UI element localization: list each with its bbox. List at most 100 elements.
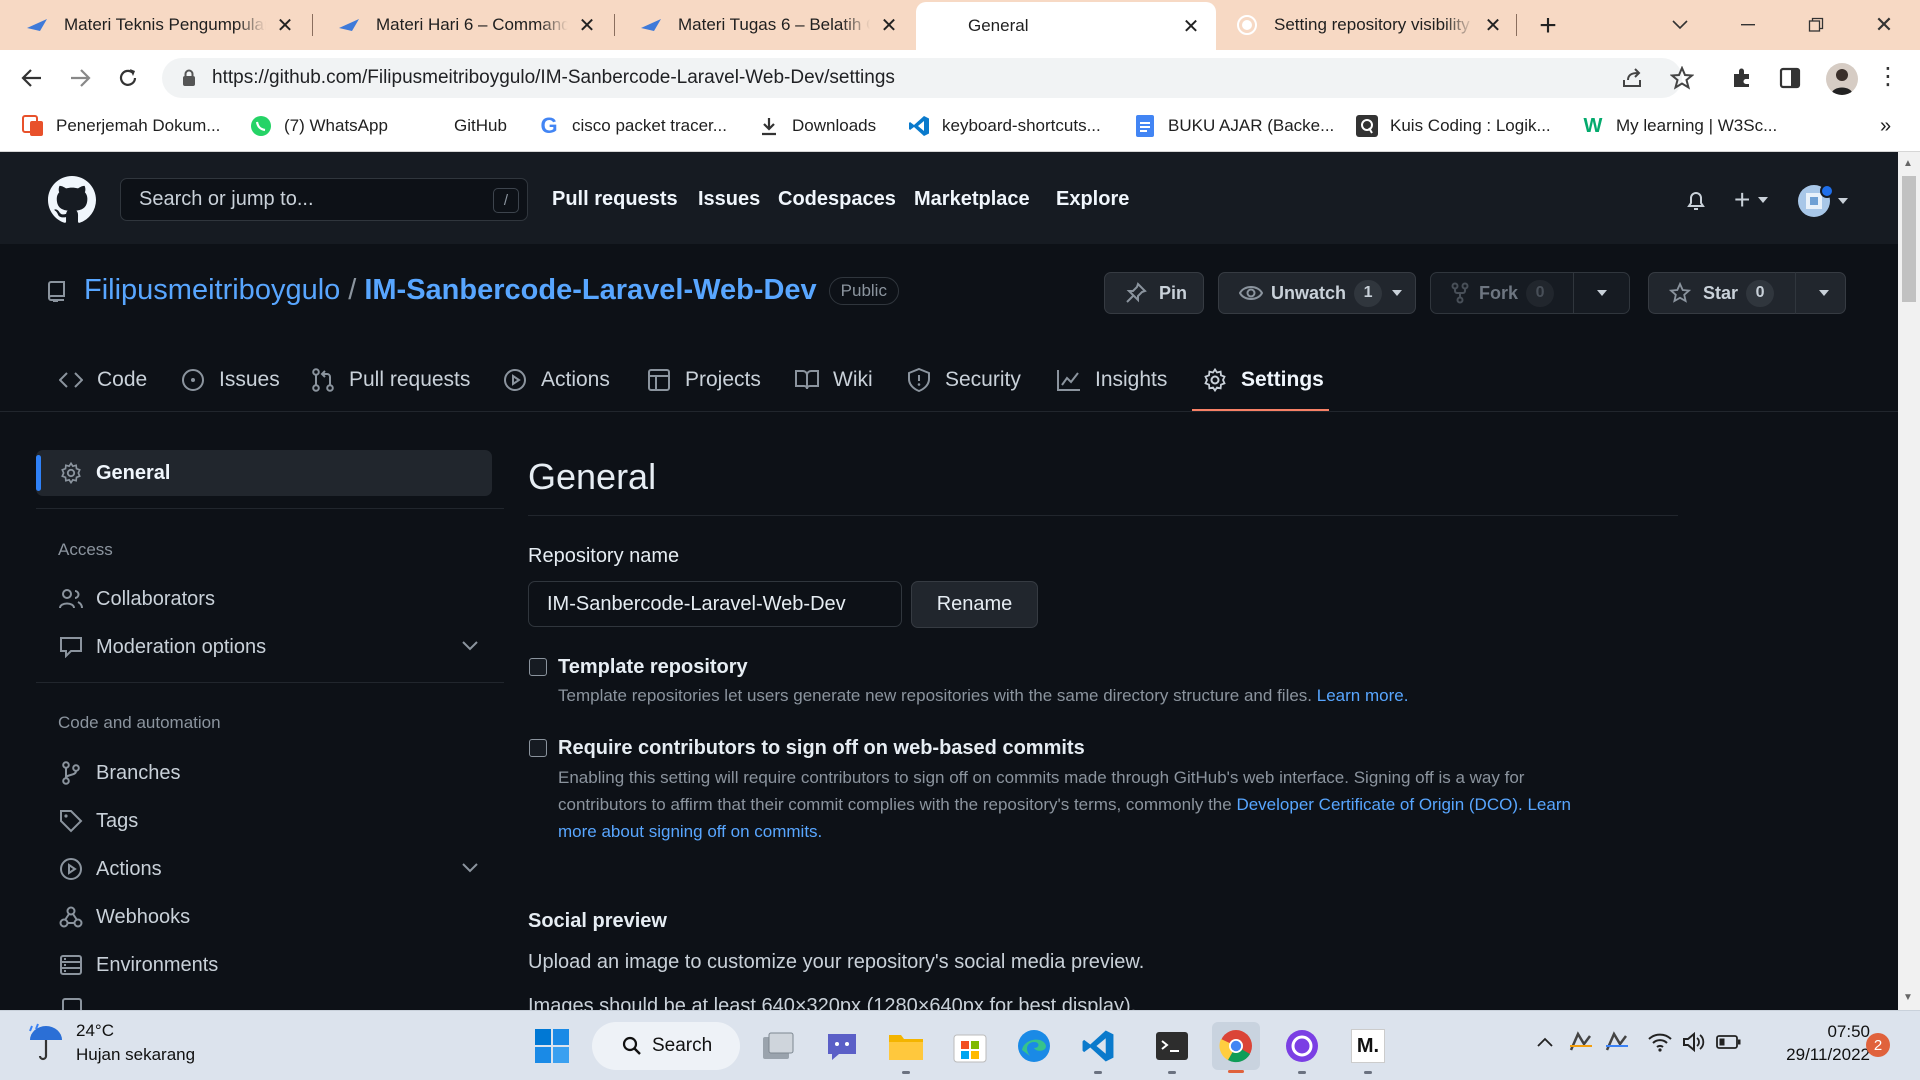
new-tab-icon[interactable]: + <box>1532 9 1564 42</box>
tab-pull-requests[interactable]: Pull requests <box>310 362 470 398</box>
vscode-icon[interactable] <box>1074 1022 1122 1070</box>
bookmark-item[interactable]: Kuis Coding : Logik... <box>1356 106 1551 146</box>
close-tab-icon[interactable]: ✕ <box>274 14 296 37</box>
clock-time[interactable]: 07:50 <box>1760 1022 1870 1042</box>
close-tab-icon[interactable]: ✕ <box>1180 15 1202 38</box>
tab-insights[interactable]: Insights <box>1056 362 1167 398</box>
template-repository-checkbox[interactable] <box>529 658 547 676</box>
more-bookmarks-icon[interactable]: » <box>1880 106 1891 146</box>
sidebar-item-general[interactable]: General <box>58 453 170 493</box>
microsoft-store-icon[interactable] <box>946 1022 994 1070</box>
unwatch-button[interactable]: Unwatch 1 <box>1218 272 1416 314</box>
teams-chat-icon[interactable] <box>818 1022 866 1070</box>
github-logo-icon[interactable] <box>48 176 96 224</box>
github-search-input[interactable]: Search or jump to... / <box>120 178 528 221</box>
bookmark-item[interactable]: W My learning | W3Sc... <box>1582 106 1778 146</box>
sidebar-item-tags[interactable]: Tags <box>58 801 138 841</box>
app-tray-icon[interactable] <box>1604 1030 1630 1056</box>
notification-badge[interactable]: 2 <box>1866 1033 1890 1057</box>
repo-name-input[interactable] <box>528 581 902 627</box>
tab-wiki[interactable]: Wiki <box>794 362 873 398</box>
bookmark-item[interactable]: (7) WhatsApp <box>250 106 388 146</box>
restore-icon[interactable] <box>1802 12 1830 38</box>
chrome-icon[interactable] <box>1212 1022 1260 1070</box>
reload-icon[interactable] <box>110 60 146 96</box>
tab-search-icon[interactable] <box>1666 12 1694 38</box>
sidebar-item-moderation[interactable]: Moderation options <box>58 627 478 667</box>
bookmark-item[interactable]: BUKU AJAR (Backe... <box>1134 106 1334 146</box>
file-explorer-icon[interactable] <box>882 1022 930 1070</box>
forward-icon[interactable] <box>62 60 98 96</box>
repo-name-link[interactable]: IM-Sanbercode-Laravel-Web-Dev <box>364 274 816 307</box>
windows-start-icon[interactable] <box>528 1022 576 1070</box>
star-button[interactable]: Star 0 <box>1648 272 1846 314</box>
rename-button[interactable]: Rename <box>911 581 1038 628</box>
user-menu[interactable] <box>1798 184 1850 218</box>
menu-dots-icon[interactable]: ⋮ <box>1876 65 1900 92</box>
close-tab-icon[interactable]: ✕ <box>1482 14 1504 37</box>
bookmark-item[interactable]: Downloads <box>758 106 876 146</box>
nav-codespaces[interactable]: Codespaces <box>778 188 896 211</box>
back-icon[interactable] <box>14 60 50 96</box>
tab-settings[interactable]: Settings <box>1202 362 1324 398</box>
medium-icon[interactable]: M. <box>1344 1022 1392 1070</box>
profile-avatar[interactable] <box>1826 63 1858 95</box>
dco-link[interactable]: Developer Certificate of Origin (DCO). <box>1236 795 1522 814</box>
learn-more-link[interactable]: Learn more. <box>1317 686 1409 705</box>
tab-issues[interactable]: Issues <box>180 362 280 398</box>
signoff-checkbox[interactable] <box>529 739 547 757</box>
sidebar-item-actions[interactable]: Actions <box>58 849 478 889</box>
address-bar[interactable]: https://github.com/Filipusmeitriboygulo/… <box>162 58 1682 98</box>
github-desktop-icon[interactable] <box>1278 1022 1326 1070</box>
browser-tab[interactable]: Materi Hari 6 – Command Line ✕ <box>312 0 612 50</box>
browser-tab-active[interactable]: General ✕ <box>916 2 1216 50</box>
nav-marketplace[interactable]: Marketplace <box>914 188 1030 211</box>
browser-tab[interactable]: Materi Tugas 6 – Belatih Git ✕ <box>614 0 914 50</box>
scroll-up-icon[interactable]: ▲ <box>1903 158 1913 169</box>
close-window-icon[interactable]: ✕ <box>1870 12 1898 38</box>
learn-signoff-link[interactable]: Learn <box>1527 795 1570 814</box>
weather-desc[interactable]: Hujan sekarang <box>76 1045 195 1065</box>
fork-button[interactable]: Fork 0 <box>1430 272 1630 314</box>
bookmark-item[interactable]: GitHub <box>420 106 507 146</box>
scrollbar-thumb[interactable] <box>1902 176 1916 302</box>
nav-issues[interactable]: Issues <box>698 188 760 211</box>
volume-icon[interactable] <box>1682 1032 1706 1054</box>
create-new-dropdown[interactable]: + <box>1734 186 1780 214</box>
minimize-icon[interactable] <box>1734 12 1762 38</box>
task-view-icon[interactable] <box>754 1022 802 1070</box>
wifi-icon[interactable] <box>1648 1032 1672 1054</box>
notification-bell-icon[interactable] <box>1684 188 1710 214</box>
bookmark-item[interactable]: keyboard-shortcuts... <box>908 106 1101 146</box>
extensions-icon[interactable] <box>1730 66 1756 92</box>
close-tab-icon[interactable]: ✕ <box>878 14 900 37</box>
browser-tab[interactable]: Materi Teknis Pengumpulan ✕ <box>0 0 310 50</box>
taskbar-search[interactable]: Search <box>592 1022 740 1070</box>
sidebar-item-collaborators[interactable]: Collaborators <box>58 579 215 619</box>
clock-date[interactable]: 29/11/2022 <box>1760 1045 1870 1065</box>
learn-signoff-link-cont[interactable]: more about signing off on commits. <box>558 822 822 842</box>
share-icon[interactable] <box>1620 66 1646 92</box>
sidebar-item-environments[interactable]: Environments <box>58 945 218 985</box>
close-tab-icon[interactable]: ✕ <box>576 14 598 37</box>
nav-explore[interactable]: Explore <box>1056 188 1129 211</box>
weather-temp[interactable]: 24°C <box>76 1021 114 1041</box>
bookmark-item[interactable]: G cisco packet tracer... <box>538 106 727 146</box>
tab-actions[interactable]: Actions <box>502 362 610 398</box>
tab-security[interactable]: Security <box>906 362 1021 398</box>
show-hidden-icons-icon[interactable] <box>1536 1036 1554 1048</box>
rain-weather-icon[interactable] <box>26 1020 66 1062</box>
scroll-down-icon[interactable]: ▼ <box>1903 992 1913 1003</box>
tab-projects[interactable]: Projects <box>646 362 761 398</box>
pin-button[interactable]: Pin <box>1104 272 1204 314</box>
sidebar-item-branches[interactable]: Branches <box>58 753 181 793</box>
tab-code[interactable]: Code <box>58 362 147 398</box>
battery-icon[interactable] <box>1716 1034 1742 1052</box>
terminal-icon[interactable] <box>1148 1022 1196 1070</box>
browser-tab[interactable]: Setting repository visibility ✕ <box>1218 0 1518 50</box>
bookmark-item[interactable]: Penerjemah Dokum... <box>22 106 220 146</box>
network-tray-icon[interactable] <box>1568 1030 1594 1056</box>
bookmark-star-icon[interactable] <box>1670 66 1696 92</box>
sidepanel-icon[interactable] <box>1778 66 1804 92</box>
edge-icon[interactable] <box>1010 1022 1058 1070</box>
